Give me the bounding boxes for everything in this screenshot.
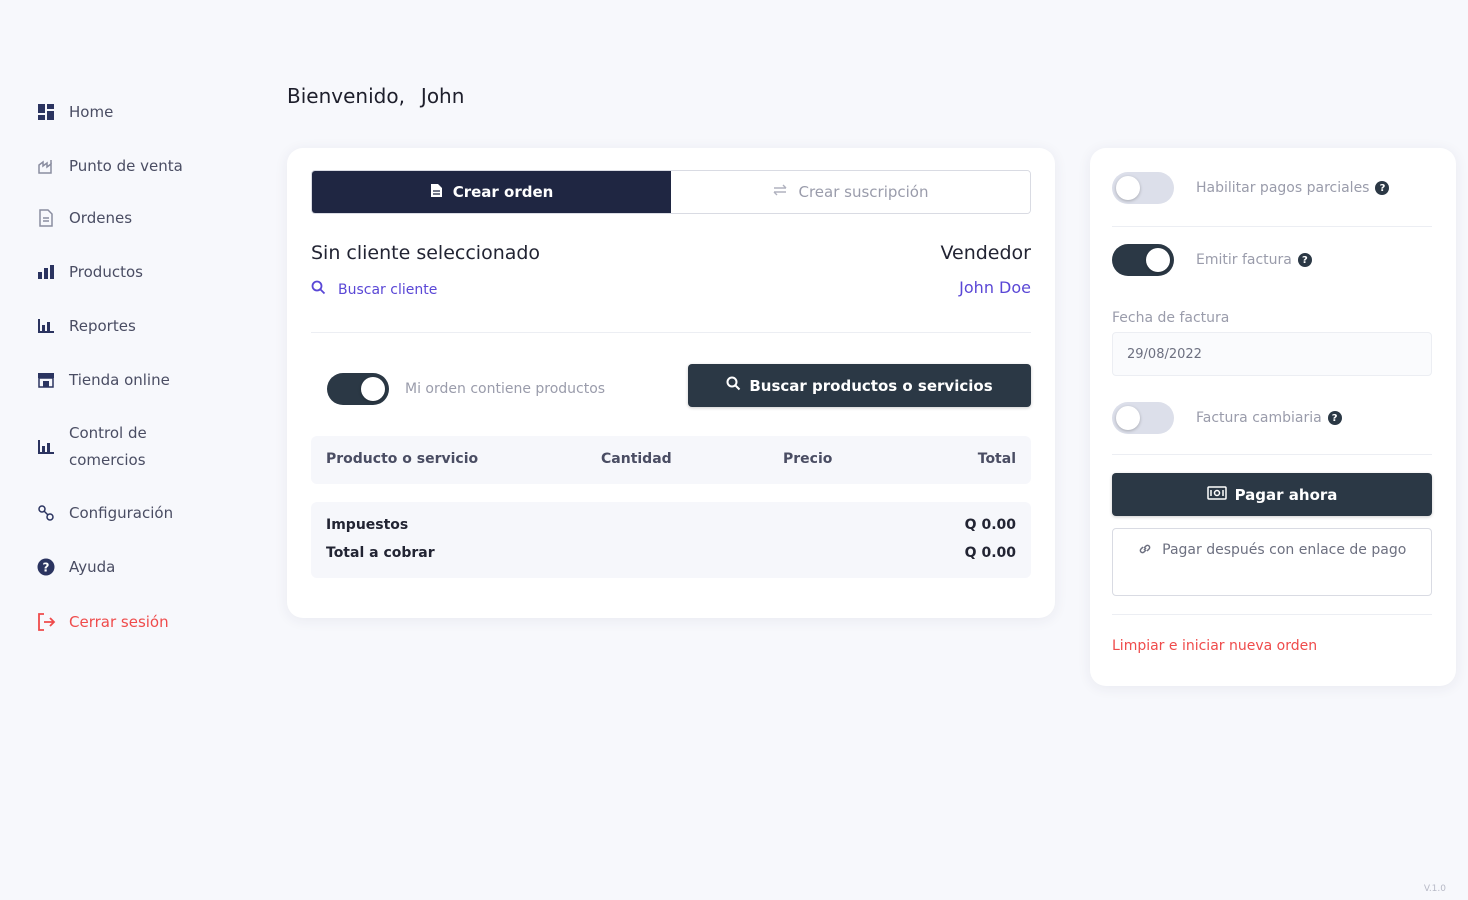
seller-label: Vendedor: [940, 242, 1031, 264]
divider: [1112, 454, 1432, 455]
column-header-quantity: Cantidad: [601, 451, 672, 467]
products-icon: [36, 262, 56, 282]
contains-products-label: Mi orden contiene productos: [405, 381, 606, 397]
shop-icon: [36, 370, 56, 390]
contains-products-toggle[interactable]: [327, 373, 389, 405]
order-card: Crear orden Crear suscripción Sin client…: [287, 148, 1055, 618]
partial-payments-label: Habilitar pagos parciales: [1196, 180, 1370, 196]
help-icon[interactable]: ?: [1327, 411, 1342, 425]
reset-order-link[interactable]: Limpiar e iniciar nueva orden: [1112, 638, 1317, 654]
toggle-knob: [1146, 248, 1170, 272]
tab-label: Crear suscripción: [798, 183, 929, 201]
sidebar-item-label: Productos: [69, 263, 143, 281]
sidebar-item-label: Ayuda: [69, 558, 116, 576]
toggle-knob: [1116, 176, 1140, 200]
total-value: Q 0.00: [964, 545, 1016, 561]
sidebar-item-help[interactable]: ? Ayuda: [36, 557, 115, 577]
exchange-invoice-option: Factura cambiaria ?: [1196, 410, 1342, 426]
pay-later-button[interactable]: Pagar después con enlace de pago: [1112, 528, 1432, 596]
store-icon: [36, 156, 56, 176]
column-header-product: Producto o servicio: [326, 451, 479, 467]
taxes-value: Q 0.00: [964, 517, 1016, 533]
search-client-label: Buscar cliente: [338, 281, 438, 298]
repeat-icon: [772, 184, 788, 200]
document-icon: [36, 208, 56, 228]
invoice-date-field[interactable]: [1112, 332, 1432, 376]
partial-payments-option: Habilitar pagos parciales ?: [1196, 180, 1390, 196]
search-client-link[interactable]: Buscar cliente: [311, 280, 437, 299]
sidebar-item-reports[interactable]: Reportes: [36, 316, 136, 336]
bar-chart-icon: [36, 437, 56, 457]
column-header-price: Precio: [783, 451, 833, 467]
help-icon: ?: [36, 557, 56, 577]
toggle-knob: [361, 377, 385, 401]
sidebar-item-settings[interactable]: Configuración: [36, 503, 173, 523]
bar-chart-icon: [36, 316, 56, 336]
toggle-knob: [1116, 406, 1140, 430]
pay-now-label: Pagar ahora: [1234, 485, 1338, 504]
pay-later-label: Pagar después con enlace de pago: [1162, 542, 1407, 558]
search-icon: [311, 280, 326, 299]
divider: [1112, 226, 1432, 227]
dashboard-icon: [36, 102, 56, 122]
search-products-button[interactable]: Buscar productos o servicios: [688, 364, 1031, 407]
divider: [311, 332, 1031, 333]
payment-options-card: Habilitar pagos parciales ? Emitir factu…: [1090, 148, 1456, 686]
sidebar-item-label: Ordenes: [69, 209, 133, 227]
help-icon[interactable]: ?: [1375, 181, 1390, 195]
sidebar-item-label: Configuración: [69, 504, 174, 522]
partial-payments-toggle[interactable]: [1112, 172, 1174, 204]
help-icon[interactable]: ?: [1297, 253, 1312, 267]
page-greeting: Bienvenido, John: [287, 84, 464, 108]
logout-icon: [36, 612, 56, 632]
sidebar-item-business-control[interactable]: Control de comercios: [36, 420, 189, 474]
svg-text:?: ?: [43, 561, 50, 575]
divider: [1112, 614, 1432, 615]
settings-icon: [36, 503, 56, 523]
document-icon: [430, 183, 443, 202]
total-label: Total a cobrar: [326, 545, 435, 561]
taxes-row: Impuestos Q 0.00: [326, 517, 1016, 533]
search-products-label: Buscar productos o servicios: [749, 376, 993, 395]
sidebar-item-products[interactable]: Productos: [36, 262, 143, 282]
order-table-header: Producto o servicio Cantidad Precio Tota…: [311, 436, 1031, 484]
version-label: V.1.0: [1423, 884, 1446, 894]
sidebar-item-label: Punto de venta: [69, 157, 183, 175]
sidebar: Home Punto de venta Ordenes Productos Re…: [0, 0, 250, 900]
user-name: John: [420, 84, 465, 108]
seller-name[interactable]: John Doe: [959, 278, 1031, 297]
greeting-text: Bienvenido,: [287, 84, 405, 108]
sidebar-item-online-store[interactable]: Tienda online: [36, 370, 170, 390]
tab-label: Crear orden: [452, 183, 554, 201]
sidebar-item-home[interactable]: Home: [36, 102, 113, 122]
invoice-label: Emitir factura: [1196, 252, 1292, 268]
pay-now-button[interactable]: Pagar ahora: [1112, 473, 1432, 516]
exchange-invoice-toggle[interactable]: [1112, 402, 1174, 434]
client-status: Sin cliente seleccionado: [311, 242, 541, 264]
link-icon: [1138, 542, 1162, 558]
exchange-invoice-label: Factura cambiaria: [1196, 410, 1322, 426]
sidebar-item-orders[interactable]: Ordenes: [36, 208, 132, 228]
order-type-tabs: Crear orden Crear suscripción: [311, 170, 1031, 214]
cash-icon: [1206, 485, 1227, 504]
sidebar-item-label: Control de comercios: [69, 424, 147, 469]
invoice-date-label: Fecha de factura: [1112, 310, 1230, 326]
invoice-option: Emitir factura ?: [1196, 252, 1312, 268]
sidebar-item-label: Reportes: [69, 317, 136, 335]
tab-create-subscription[interactable]: Crear suscripción: [671, 171, 1030, 213]
total-row: Total a cobrar Q 0.00: [326, 545, 1016, 561]
invoice-toggle[interactable]: [1112, 244, 1174, 276]
sidebar-item-label: Cerrar sesión: [69, 613, 169, 631]
column-header-total: Total: [977, 451, 1016, 467]
order-totals: Impuestos Q 0.00 Total a cobrar Q 0.00: [311, 502, 1031, 578]
sidebar-item-label: Tienda online: [69, 371, 170, 389]
taxes-label: Impuestos: [326, 517, 409, 533]
sidebar-item-label: Home: [69, 103, 114, 121]
tab-create-order[interactable]: Crear orden: [312, 171, 671, 213]
search-icon: [726, 376, 741, 395]
sidebar-item-pos[interactable]: Punto de venta: [36, 156, 183, 176]
sidebar-item-logout[interactable]: Cerrar sesión: [36, 612, 169, 632]
